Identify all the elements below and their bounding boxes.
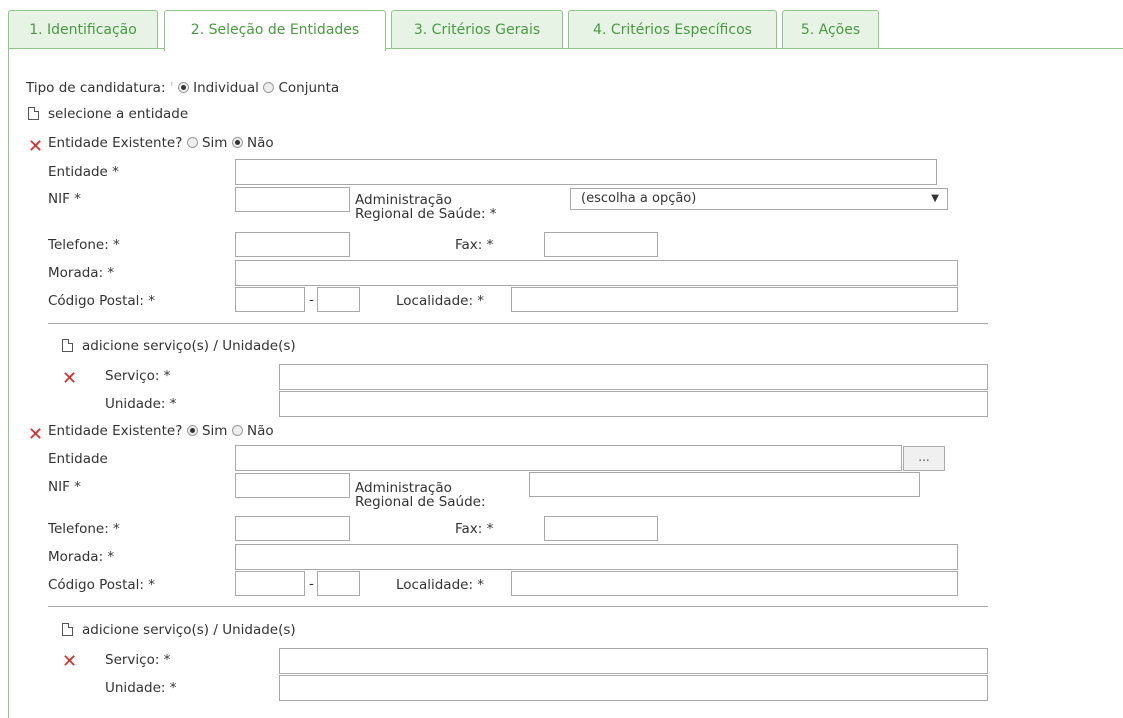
- tab-identificacao[interactable]: 1. Identificação: [8, 10, 158, 48]
- document-icon[interactable]: [62, 339, 73, 352]
- document-icon[interactable]: [28, 107, 39, 120]
- tab-criterios-gerais[interactable]: 3. Critérios Gerais: [391, 10, 563, 48]
- ars-select-value: (escolha a opção): [581, 191, 697, 206]
- radio-conjunta-label: Conjunta: [278, 80, 340, 96]
- localidade-input[interactable]: [511, 287, 958, 312]
- ars-label-line2: Regional de Saúde: *: [355, 206, 497, 222]
- telefone-input[interactable]: [235, 516, 350, 541]
- document-icon[interactable]: [62, 623, 73, 636]
- radio-sim[interactable]: [186, 425, 198, 436]
- codigo-postal-separator: -: [309, 292, 314, 308]
- dropdown-arrow-icon: ▼: [931, 193, 939, 204]
- fax-label: Fax: *: [455, 237, 494, 253]
- add-servicos-link[interactable]: adicione serviço(s) / Unidade(s): [82, 622, 296, 639]
- divider: [48, 606, 988, 607]
- nif-label: NIF *: [48, 191, 81, 207]
- entidade-label: Entidade *: [48, 164, 119, 180]
- codigo-postal-label: Código Postal: *: [48, 293, 155, 309]
- select-entity-link[interactable]: selecione a entidade: [48, 106, 188, 123]
- browse-entity-button[interactable]: ...: [903, 446, 945, 471]
- content-left-border: [8, 48, 9, 718]
- nif-input[interactable]: [235, 473, 350, 498]
- radio-sim[interactable]: [186, 137, 198, 148]
- servico-label: Serviço: *: [105, 368, 171, 384]
- nif-label: NIF *: [48, 479, 81, 495]
- radio-individual[interactable]: [177, 82, 189, 93]
- entity2-existente-row: Entidade Existente? Sim Não: [48, 423, 274, 440]
- entity-existente-label: Entidade Existente?: [48, 135, 183, 151]
- morada-input[interactable]: [235, 260, 958, 286]
- fax-label: Fax: *: [455, 521, 494, 537]
- codigo-postal-input-1[interactable]: [235, 571, 305, 596]
- tab-criterios-especificos[interactable]: 4. Critérios Específicos: [568, 10, 777, 48]
- localidade-label: Localidade: *: [396, 577, 485, 593]
- unidade-label: Unidade: *: [105, 680, 177, 696]
- codigo-postal-input-1[interactable]: [235, 287, 305, 312]
- unidade-input[interactable]: [279, 391, 988, 417]
- morada-label: Morada: *: [48, 549, 115, 565]
- remove-entity-icon[interactable]: ✕: [28, 138, 43, 156]
- fax-input[interactable]: [544, 232, 658, 257]
- ars-input[interactable]: [529, 472, 920, 497]
- morada-input[interactable]: [235, 544, 958, 570]
- servico-input[interactable]: [279, 648, 988, 674]
- entidade-label: Entidade: [48, 451, 108, 467]
- morada-label: Morada: *: [48, 265, 115, 281]
- divider: [48, 323, 988, 324]
- localidade-label: Localidade: *: [396, 293, 485, 309]
- codigo-postal-input-2[interactable]: [317, 571, 360, 596]
- unidade-input[interactable]: [279, 675, 988, 701]
- radio-individual-label: Individual: [193, 80, 259, 96]
- ars-label-line1: Administração: [355, 480, 452, 496]
- ars-label-line1: Administração: [355, 192, 452, 208]
- entity1-existente-row: Entidade Existente? Sim Não: [48, 135, 274, 152]
- telefone-input[interactable]: [235, 232, 350, 257]
- radio-nao-label: Não: [247, 135, 274, 151]
- tab-acoes[interactable]: 5. Ações: [782, 10, 879, 48]
- ars-select[interactable]: (escolha a opção) ▼: [570, 188, 948, 210]
- radio-sim-label: Sim: [201, 135, 228, 151]
- servico-input[interactable]: [279, 364, 988, 390]
- radio-nao[interactable]: [231, 425, 243, 436]
- codigo-postal-input-2[interactable]: [317, 287, 360, 312]
- localidade-input[interactable]: [511, 571, 958, 596]
- remove-servico-icon[interactable]: ✕: [62, 370, 77, 388]
- entity-existente-label: Entidade Existente?: [48, 423, 183, 439]
- telefone-label: Telefone: *: [48, 521, 120, 537]
- radio-conjunta[interactable]: [263, 82, 275, 93]
- candidatura-label: Tipo de candidatura:: [26, 80, 166, 96]
- radio-nao[interactable]: [231, 137, 243, 148]
- tab-selecao-entidades[interactable]: 2. Seleção de Entidades: [164, 10, 386, 51]
- remove-entity-icon[interactable]: ✕: [28, 426, 43, 444]
- ars-label: Administração Regional de Saúde:: [355, 481, 486, 509]
- radio-sim-label: Sim: [201, 423, 228, 439]
- servico-label: Serviço: *: [105, 652, 171, 668]
- ars-label: Administração Regional de Saúde: *: [355, 193, 497, 221]
- codigo-postal-separator: -: [309, 576, 314, 592]
- radio-nao-label: Não: [247, 423, 274, 439]
- fax-input[interactable]: [544, 516, 658, 541]
- add-servicos-link[interactable]: adicione serviço(s) / Unidade(s): [82, 338, 296, 355]
- codigo-postal-label: Código Postal: *: [48, 577, 155, 593]
- entidade-input[interactable]: [235, 159, 937, 185]
- ars-label-line2: Regional de Saúde:: [355, 494, 486, 510]
- entidade-input[interactable]: [235, 445, 902, 471]
- nif-input[interactable]: [235, 187, 350, 212]
- unidade-label: Unidade: *: [105, 396, 177, 412]
- remove-servico-icon[interactable]: ✕: [62, 653, 77, 671]
- candidatura-row: Tipo de candidatura: ' Individual Conjun…: [26, 80, 340, 96]
- telefone-label: Telefone: *: [48, 237, 120, 253]
